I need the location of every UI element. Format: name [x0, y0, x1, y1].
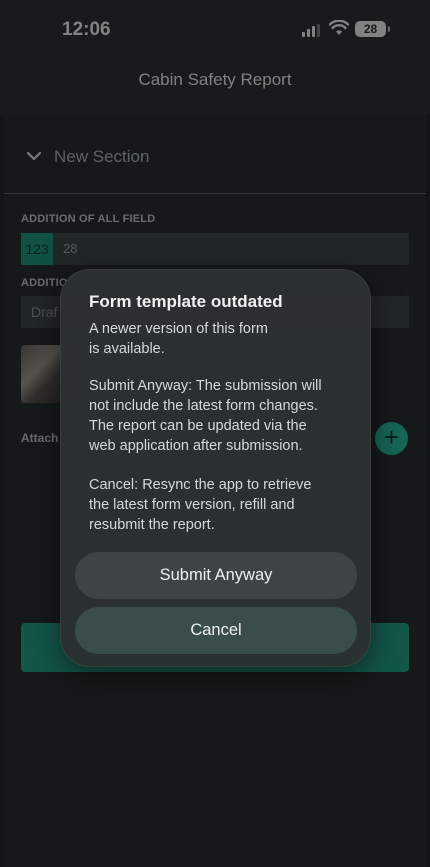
submit-explanation-line: not include the latest form changes. — [89, 398, 318, 414]
dialog-title: Form template outdated — [89, 292, 283, 311]
submit-anyway-button[interactable]: Submit Anyway — [75, 552, 357, 599]
submit-explanation-line: Submit Anyway: The submission will — [89, 378, 322, 394]
cancel-button[interactable]: Cancel — [75, 607, 357, 654]
submit-explanation-line: web application after submission. — [89, 438, 303, 454]
submit-explanation-line: The report can be updated via the — [89, 418, 307, 434]
cancel-explanation-line: the latest form version, refill and — [89, 497, 295, 513]
outdated-form-dialog: Form template outdated A newer version o… — [60, 269, 371, 667]
cancel-explanation-line: Cancel: Resync the app to retrieve — [89, 477, 312, 493]
cancel-explanation-line: resubmit the report. — [89, 517, 215, 533]
dialog-message-line: is available. — [89, 341, 165, 357]
dialog-message-line: A newer version of this form — [89, 321, 268, 337]
